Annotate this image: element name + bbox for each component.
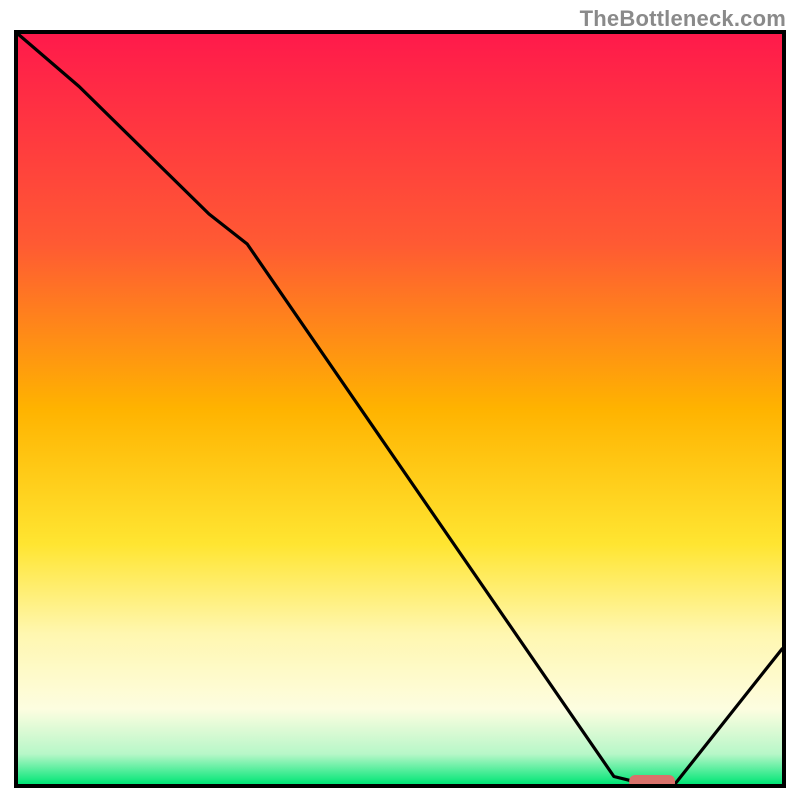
- optimal-marker-pill: [629, 775, 675, 784]
- chart-plot-area: [14, 30, 786, 788]
- chart-background-gradient: [18, 34, 782, 784]
- chart-svg: [18, 34, 782, 784]
- watermark-text: TheBottleneck.com: [580, 6, 786, 32]
